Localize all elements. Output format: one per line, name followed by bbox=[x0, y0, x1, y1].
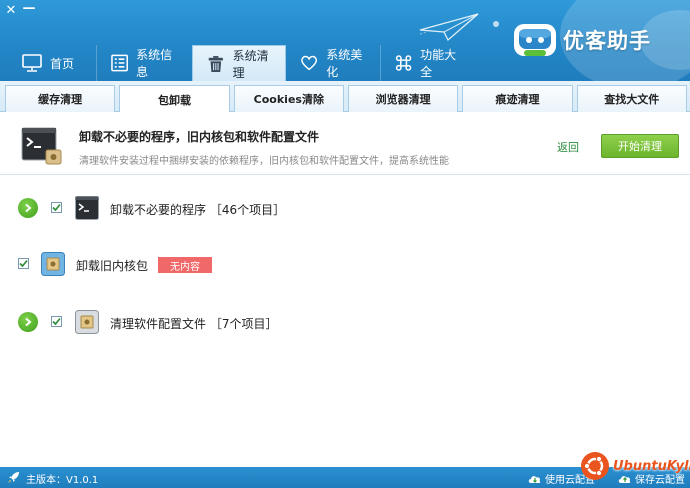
subtab-cookies-clear[interactable]: Cookies清除 bbox=[233, 85, 344, 112]
cloud-download-icon bbox=[528, 475, 541, 483]
star-decoration-icon bbox=[493, 21, 499, 27]
chevron-right-icon bbox=[25, 203, 32, 213]
subtab-browser-clean[interactable]: 浏览器清理 bbox=[347, 85, 459, 112]
config-icon bbox=[75, 310, 99, 334]
tab-system-info[interactable]: 系统信息 bbox=[97, 45, 192, 81]
subtab-cache-clean[interactable]: 缓存清理 bbox=[5, 85, 116, 112]
list-item: 卸载旧内核包 无内容 bbox=[0, 249, 690, 279]
tab-home-label: 首页 bbox=[50, 56, 75, 71]
info-list-icon bbox=[111, 54, 128, 72]
minimize-button[interactable]: — bbox=[22, 1, 36, 16]
expand-button[interactable] bbox=[18, 312, 38, 332]
chevron-right-icon bbox=[25, 317, 32, 327]
brand-name: 优客助手 bbox=[563, 29, 651, 53]
start-clean-button[interactable]: 开始清理 bbox=[601, 134, 679, 158]
ubuntukylin-watermark: UbuntuKylin bbox=[580, 451, 690, 481]
empty-status-badge: 无内容 bbox=[158, 257, 212, 273]
sub-tab-bar: 缓存清理 包卸载 Cookies清除 浏览器清理 痕迹清理 查找大文件 bbox=[0, 81, 690, 113]
paper-plane-icon bbox=[418, 13, 479, 42]
info-description: 清理软件安装过程中捆绑安装的依赖程序，旧内核包和软件配置文件，提高系统性能 bbox=[79, 156, 449, 167]
package-icon bbox=[41, 252, 65, 276]
monitor-icon bbox=[22, 54, 42, 72]
ubuntu-logo-icon bbox=[581, 452, 609, 480]
tab-system-beautify-label: 系统美化 bbox=[326, 48, 363, 79]
check-icon bbox=[19, 259, 28, 268]
item-list: 卸载不必要的程序 ［46个项目］ 卸载旧内核包 无内容 清理软件配置文件 ［7个… bbox=[0, 176, 690, 467]
check-icon bbox=[52, 317, 61, 326]
item-checkbox[interactable] bbox=[51, 316, 62, 327]
trash-icon bbox=[208, 55, 223, 72]
version-label: 主版本：V1.0.1 bbox=[26, 475, 99, 486]
subtab-package-uninstall[interactable]: 包卸载 bbox=[119, 85, 230, 113]
list-item: 清理软件配置文件 ［7个项目］ bbox=[0, 307, 690, 337]
uninstall-package-icon bbox=[21, 127, 62, 165]
tab-system-info-label: 系统信息 bbox=[136, 48, 173, 79]
app-header: ✕ — 优客助手 首页 系统信息 系统清理 系统美化 功能大全 bbox=[0, 0, 690, 81]
tab-system-clean[interactable]: 系统清理 bbox=[192, 45, 286, 81]
item-label: 清理软件配置文件 ［7个项目］ bbox=[110, 317, 278, 331]
check-icon bbox=[52, 203, 61, 212]
logo-icon bbox=[514, 24, 556, 56]
tab-all-features[interactable]: 功能大全 bbox=[381, 45, 476, 81]
expand-button[interactable] bbox=[18, 198, 38, 218]
watermark-text: UbuntuKylin bbox=[613, 458, 690, 474]
item-label: 卸载不必要的程序 ［46个项目］ bbox=[110, 203, 286, 217]
list-item: 卸载不必要的程序 ［46个项目］ bbox=[0, 193, 690, 223]
command-icon bbox=[395, 55, 412, 71]
tab-all-features-label: 功能大全 bbox=[420, 48, 457, 79]
close-button[interactable]: ✕ bbox=[4, 3, 18, 18]
tab-system-clean-label: 系统清理 bbox=[232, 48, 269, 80]
terminal-icon bbox=[75, 196, 99, 220]
tab-system-beautify[interactable]: 系统美化 bbox=[286, 45, 380, 81]
info-panel: 卸载不必要的程序，旧内核包和软件配置文件 清理软件安装过程中捆绑安装的依赖程序，… bbox=[0, 112, 690, 175]
item-label: 卸载旧内核包 bbox=[76, 259, 149, 273]
item-checkbox[interactable] bbox=[51, 202, 62, 213]
subtab-find-large-files[interactable]: 查找大文件 bbox=[576, 85, 687, 112]
tab-home[interactable]: 首页 bbox=[8, 45, 96, 81]
heart-icon bbox=[301, 55, 318, 71]
rocket-icon bbox=[8, 472, 19, 483]
main-tab-bar: 首页 系统信息 系统清理 系统美化 功能大全 bbox=[8, 45, 476, 81]
info-title: 卸载不必要的程序，旧内核包和软件配置文件 bbox=[79, 130, 320, 144]
item-checkbox[interactable] bbox=[18, 258, 29, 269]
subtab-trace-clean[interactable]: 痕迹清理 bbox=[462, 85, 573, 112]
back-link[interactable]: 返回 bbox=[557, 139, 579, 155]
